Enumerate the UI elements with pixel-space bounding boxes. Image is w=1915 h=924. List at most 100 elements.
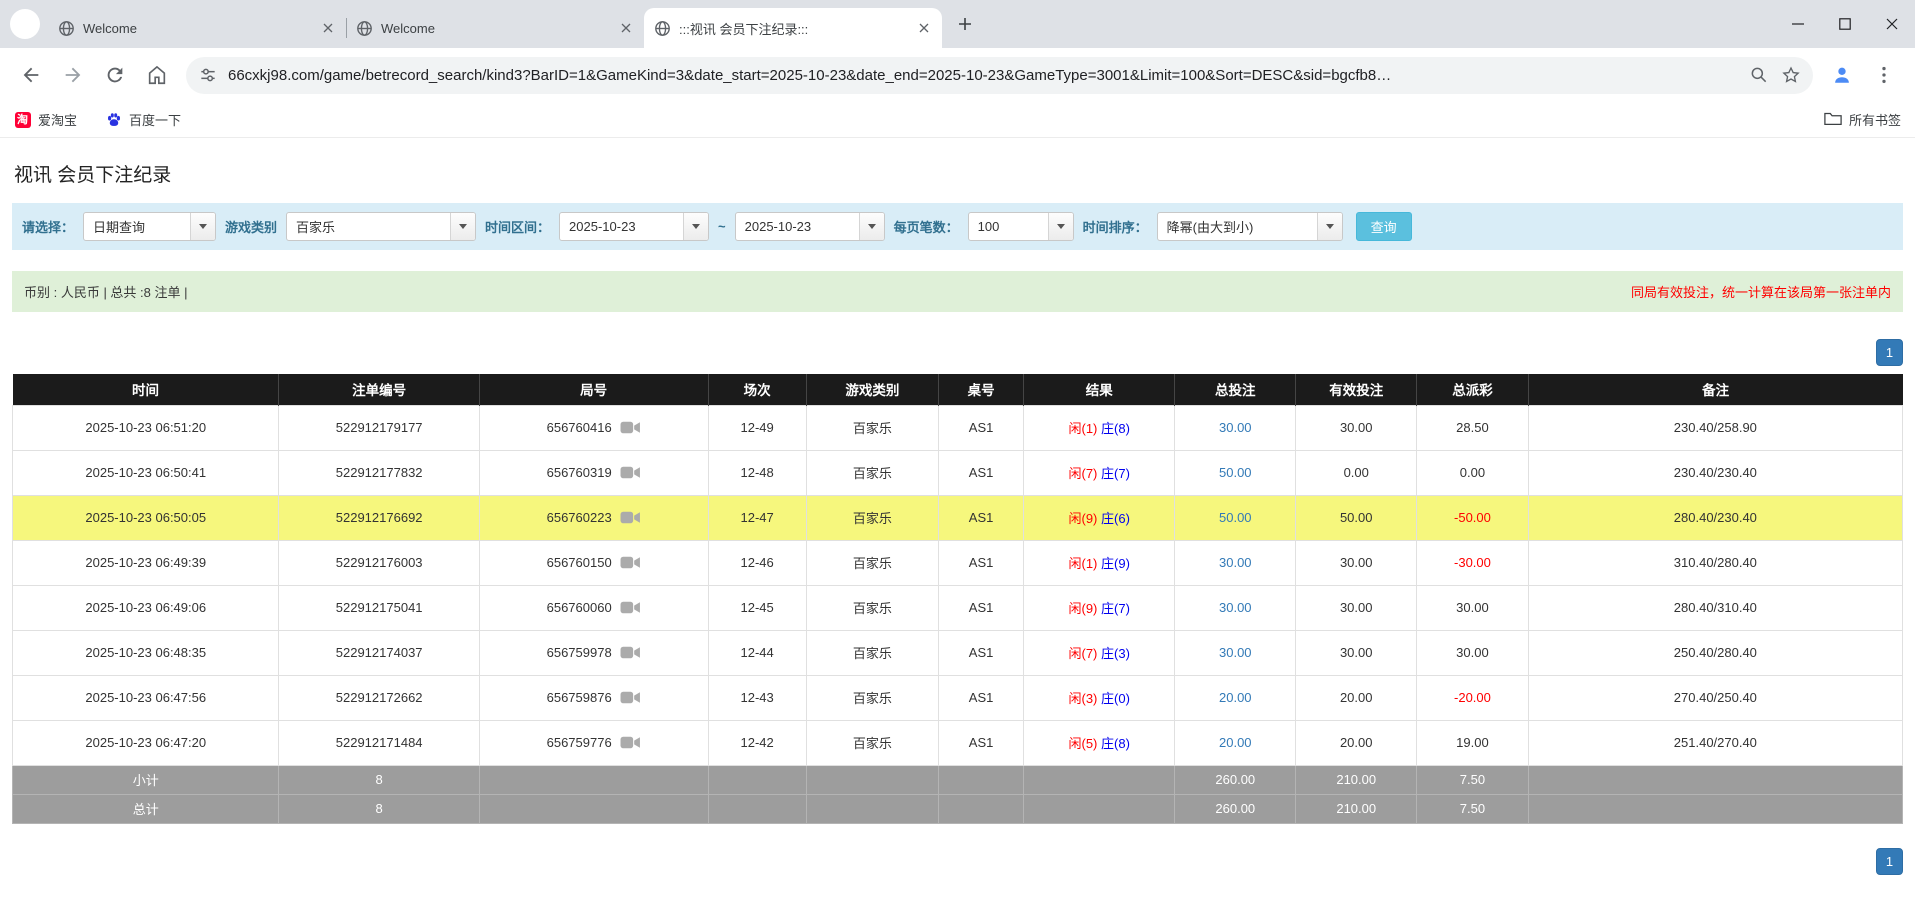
cell-game-type: 百家乐 xyxy=(805,449,940,496)
tab-welcome-1[interactable]: Welcome xyxy=(48,8,346,48)
bet-row: 2025-10-23 06:50:41 522912177832 656760319… xyxy=(11,449,1904,496)
maximize-button[interactable] xyxy=(1821,0,1868,48)
total-bet-link[interactable]: 50.00 xyxy=(1219,510,1252,525)
video-replay-button[interactable] xyxy=(620,600,641,615)
video-replay-button[interactable] xyxy=(620,735,641,750)
search-button[interactable]: 查询 xyxy=(1355,212,1412,241)
cell-payout: 30.00 xyxy=(1416,629,1529,676)
bet-row: 2025-10-23 06:49:06 522912175041 656760060… xyxy=(11,584,1904,631)
result-banker: 庄(6) xyxy=(1101,511,1130,526)
video-replay-button[interactable] xyxy=(620,645,641,660)
close-icon xyxy=(1886,18,1897,30)
profile-button[interactable] xyxy=(1823,56,1861,94)
url-text[interactable]: 66cxkj98.com/game/betrecord_search/kind3… xyxy=(228,67,1739,84)
browser-profile-circle[interactable] xyxy=(10,9,40,39)
cell-valid-bet: 20.00 xyxy=(1295,719,1418,766)
result-player: 闲(5) xyxy=(1068,736,1098,751)
cell-valid-bet: 30.00 xyxy=(1295,404,1418,451)
cell-note: 230.40/230.40 xyxy=(1527,449,1904,496)
video-replay-button[interactable] xyxy=(620,420,641,435)
date-start-dropdown-button[interactable] xyxy=(683,213,709,240)
total-bet-link[interactable]: 30.00 xyxy=(1219,645,1252,660)
total-bet-link[interactable]: 30.00 xyxy=(1219,600,1252,615)
close-tab-icon[interactable] xyxy=(915,20,932,37)
game-category-select[interactable]: 百家乐 xyxy=(286,212,477,241)
video-replay-button[interactable] xyxy=(620,690,641,705)
browser-menu-button[interactable] xyxy=(1865,56,1903,94)
cell-time: 2025-10-23 06:49:39 xyxy=(11,539,280,586)
subtotal-valid-bet: 210.00 xyxy=(1295,764,1418,795)
cell-payout: -30.00 xyxy=(1416,539,1529,586)
sort-select[interactable]: 降幂(由大到小) xyxy=(1156,212,1343,241)
cell-payout: 19.00 xyxy=(1416,719,1529,766)
total-bet-link[interactable]: 30.00 xyxy=(1219,555,1252,570)
header-table-no: 桌号 xyxy=(938,374,1025,405)
game-category-dropdown-button[interactable] xyxy=(450,213,476,240)
tab-welcome-2[interactable]: Welcome xyxy=(346,8,644,48)
cell-bet-id: 522912176003 xyxy=(278,539,480,586)
total-empty-cell xyxy=(707,793,807,824)
all-bookmarks-button[interactable]: 所有书签 xyxy=(1824,110,1901,129)
cell-round: 656760150 xyxy=(478,539,709,586)
round-number: 656760319 xyxy=(546,465,612,480)
date-end-select[interactable]: 2025-10-23 xyxy=(734,212,885,241)
page-1-button[interactable]: 1 xyxy=(1876,339,1903,366)
query-type-dropdown-button[interactable] xyxy=(190,213,216,240)
reload-button[interactable] xyxy=(96,56,134,94)
cell-total-bet: 30.00 xyxy=(1174,539,1297,586)
page-size-select[interactable]: 100 xyxy=(967,212,1074,241)
total-bet-link[interactable]: 20.00 xyxy=(1219,690,1252,705)
bookmark-aitaobao[interactable]: 淘 爱淘宝 xyxy=(14,110,77,129)
cell-round: 656759978 xyxy=(478,629,709,676)
close-tab-icon[interactable] xyxy=(319,20,336,37)
home-icon xyxy=(148,65,166,85)
cell-game-type: 百家乐 xyxy=(805,629,940,676)
site-info-icon[interactable] xyxy=(198,65,218,85)
total-bet-link[interactable]: 50.00 xyxy=(1219,465,1252,480)
zoom-indicator-icon[interactable] xyxy=(1749,65,1769,85)
page-size-value: 100 xyxy=(977,219,1000,234)
page-size-dropdown-button[interactable] xyxy=(1047,213,1073,240)
cell-result: 闲(9) 庄(7) xyxy=(1023,584,1176,631)
total-label: 总计 xyxy=(11,793,280,824)
back-button[interactable] xyxy=(12,56,50,94)
video-camera-icon xyxy=(620,556,640,569)
close-window-button[interactable] xyxy=(1868,0,1915,48)
bookmark-star-icon[interactable] xyxy=(1781,65,1801,85)
query-type-select[interactable]: 日期查询 xyxy=(83,212,217,241)
cell-note: 251.40/270.40 xyxy=(1527,719,1904,766)
sort-value: 降幂(由大到小) xyxy=(1166,220,1254,235)
close-tab-icon[interactable] xyxy=(617,20,634,37)
round-number: 656759776 xyxy=(546,735,612,750)
result-player: 闲(9) xyxy=(1068,511,1098,526)
total-bet-link[interactable]: 30.00 xyxy=(1219,420,1252,435)
video-replay-button[interactable] xyxy=(620,555,641,570)
sort-dropdown-button[interactable] xyxy=(1316,213,1342,240)
address-bar[interactable]: 66cxkj98.com/game/betrecord_search/kind3… xyxy=(186,56,1813,94)
video-replay-button[interactable] xyxy=(620,465,641,480)
cell-session: 12-43 xyxy=(707,674,807,721)
page-1-button[interactable]: 1 xyxy=(1876,847,1903,875)
date-end-dropdown-button[interactable] xyxy=(858,213,884,240)
tab-bet-records[interactable]: :::视讯 会员下注纪录::: xyxy=(644,8,942,48)
subtotal-empty-cell xyxy=(805,764,940,795)
cell-time: 2025-10-23 06:50:05 xyxy=(11,494,280,541)
forward-button[interactable] xyxy=(54,56,92,94)
bookmark-baidu[interactable]: 百度一下 xyxy=(105,110,181,129)
pagination-bottom: 1 xyxy=(12,847,1903,875)
kebab-menu-icon xyxy=(1882,66,1886,84)
query-type-label: 请选择： xyxy=(22,220,75,235)
home-button[interactable] xyxy=(138,56,176,94)
baidu-paw-icon xyxy=(105,111,122,128)
header-bet-id: 注单编号 xyxy=(278,374,480,405)
new-tab-button[interactable] xyxy=(950,9,980,39)
cell-game-type: 百家乐 xyxy=(805,674,940,721)
page-content: 视讯 会员下注纪录 请选择： 日期查询 游戏类别 百家乐 时间区间： 2025-… xyxy=(0,160,1915,875)
subtotal-empty-cell xyxy=(938,764,1025,795)
video-replay-button[interactable] xyxy=(620,510,641,525)
bookmark-label: 爱淘宝 xyxy=(38,113,78,128)
minimize-button[interactable] xyxy=(1774,0,1821,48)
date-start-select[interactable]: 2025-10-23 xyxy=(559,212,710,241)
total-bet-link[interactable]: 20.00 xyxy=(1219,735,1252,750)
tab-title: Welcome xyxy=(381,20,435,36)
